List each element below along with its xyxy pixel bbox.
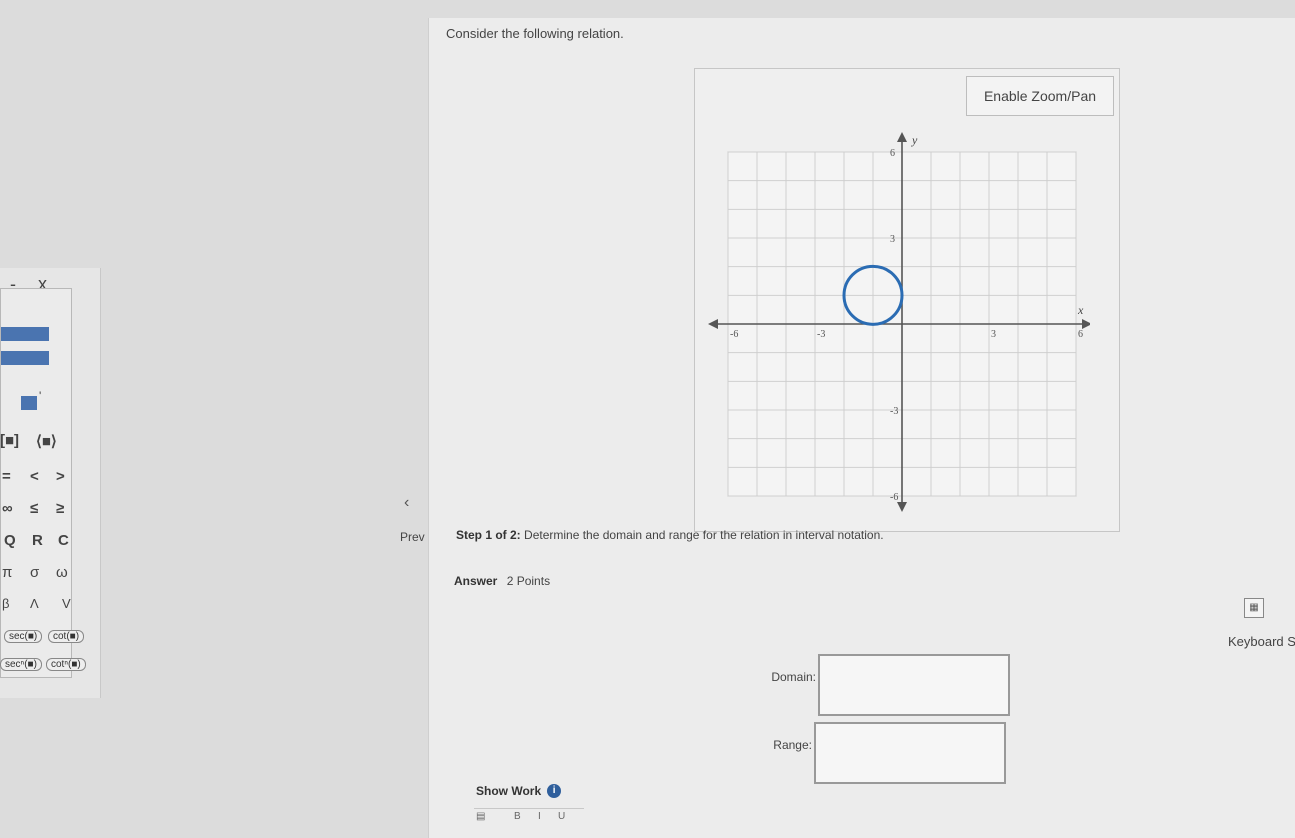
bold-icon[interactable]: B [514,811,521,822]
coordinate-graph: -6 -3 3 6 6 3 -3 -6 x y [708,132,1090,512]
question-prompt: Consider the following relation. [446,26,624,41]
x-tick-label: 3 [991,329,996,340]
bracket-button[interactable]: [■] [0,432,19,449]
cot-button[interactable]: cot(■) [48,630,85,643]
italic-icon[interactable]: I [538,811,541,822]
x-axis-arrow-right [1082,319,1090,329]
symbol-palette: - x ' [■] ⟨■⟩ = < > ∞ ≤ ≥ Q R C π σ ω β … [0,268,101,698]
y-axis-arrow-down [897,502,907,512]
underline-icon[interactable]: U [558,811,565,822]
info-icon[interactable]: i [547,784,562,798]
prime-mark-icon: ' [39,389,42,403]
range-input[interactable] [814,722,1006,784]
cot-power-button[interactable]: cotⁿ(■) [46,658,86,671]
x-axis-arrow-left [708,319,718,329]
chevron-left-icon: ‹ [404,494,410,511]
keyboard-shortcuts-button[interactable]: ▦ Keyboard S [1228,598,1295,658]
sec-button[interactable]: sec(■) [4,630,43,643]
y-axis-arrow-up [897,132,907,142]
sec-power-button[interactable]: secⁿ(■) [0,658,42,671]
keyboard-label: Keyboard S [1228,634,1295,649]
fraction-template-button[interactable] [1,327,49,341]
y-axis-label: y [911,133,918,147]
y-tick-label: 6 [890,148,895,159]
reals-button[interactable]: R [32,532,43,549]
x-tick-label: -6 [730,329,738,340]
equals-button[interactable]: = [2,468,11,485]
domain-input[interactable] [818,654,1010,716]
angle-bracket-button[interactable]: ⟨■⟩ [36,432,57,450]
v-button[interactable]: V [62,596,71,611]
prev-label: Prev [400,530,425,544]
domain-label: Domain: [771,670,816,684]
y-tick-label: -3 [890,406,898,417]
show-work-label: Show Work [476,784,542,798]
keyboard-icon: ▦ [1244,598,1264,618]
rationals-button[interactable]: Q [4,532,16,549]
complex-button[interactable]: C [58,532,69,549]
x-tick-label: -3 [817,329,825,340]
less-equal-button[interactable]: ≤ [30,500,38,517]
less-than-button[interactable]: < [30,468,39,485]
answer-points: 2 Points [506,574,551,588]
enable-zoom-pan-button[interactable]: Enable Zoom/Pan [966,76,1114,116]
editor-menu-icon[interactable]: ▤ [476,811,485,822]
show-work-button[interactable]: Show Work i [476,784,562,798]
pi-button[interactable]: π [2,564,12,581]
x-tick-label: 6 [1078,329,1083,340]
step-instruction: Step 1 of 2: Determine the domain and ra… [456,528,884,542]
answer-label: Answer [454,574,498,588]
lambda-button[interactable]: Λ [30,596,39,611]
y-tick-label: -6 [890,492,898,503]
y-tick-label: 3 [890,234,895,245]
mixed-fraction-template-button[interactable] [1,351,49,365]
superscript-template-button[interactable] [21,396,37,410]
sigma-button[interactable]: σ [30,564,39,581]
infinity-button[interactable]: ∞ [2,500,13,517]
range-label: Range: [773,738,812,752]
greater-than-button[interactable]: > [56,468,65,485]
beta-button[interactable]: β [2,596,9,611]
show-work-toolbar: ▤ B I U [474,808,584,825]
greater-equal-button[interactable]: ≥ [56,500,64,517]
answer-header: Answer 2 Points [454,574,550,588]
step-text: Determine the domain and range for the r… [524,528,884,542]
x-axis-label: x [1077,303,1084,317]
omega-button[interactable]: ω [56,564,68,581]
step-prefix: Step 1 of 2: [456,528,521,542]
